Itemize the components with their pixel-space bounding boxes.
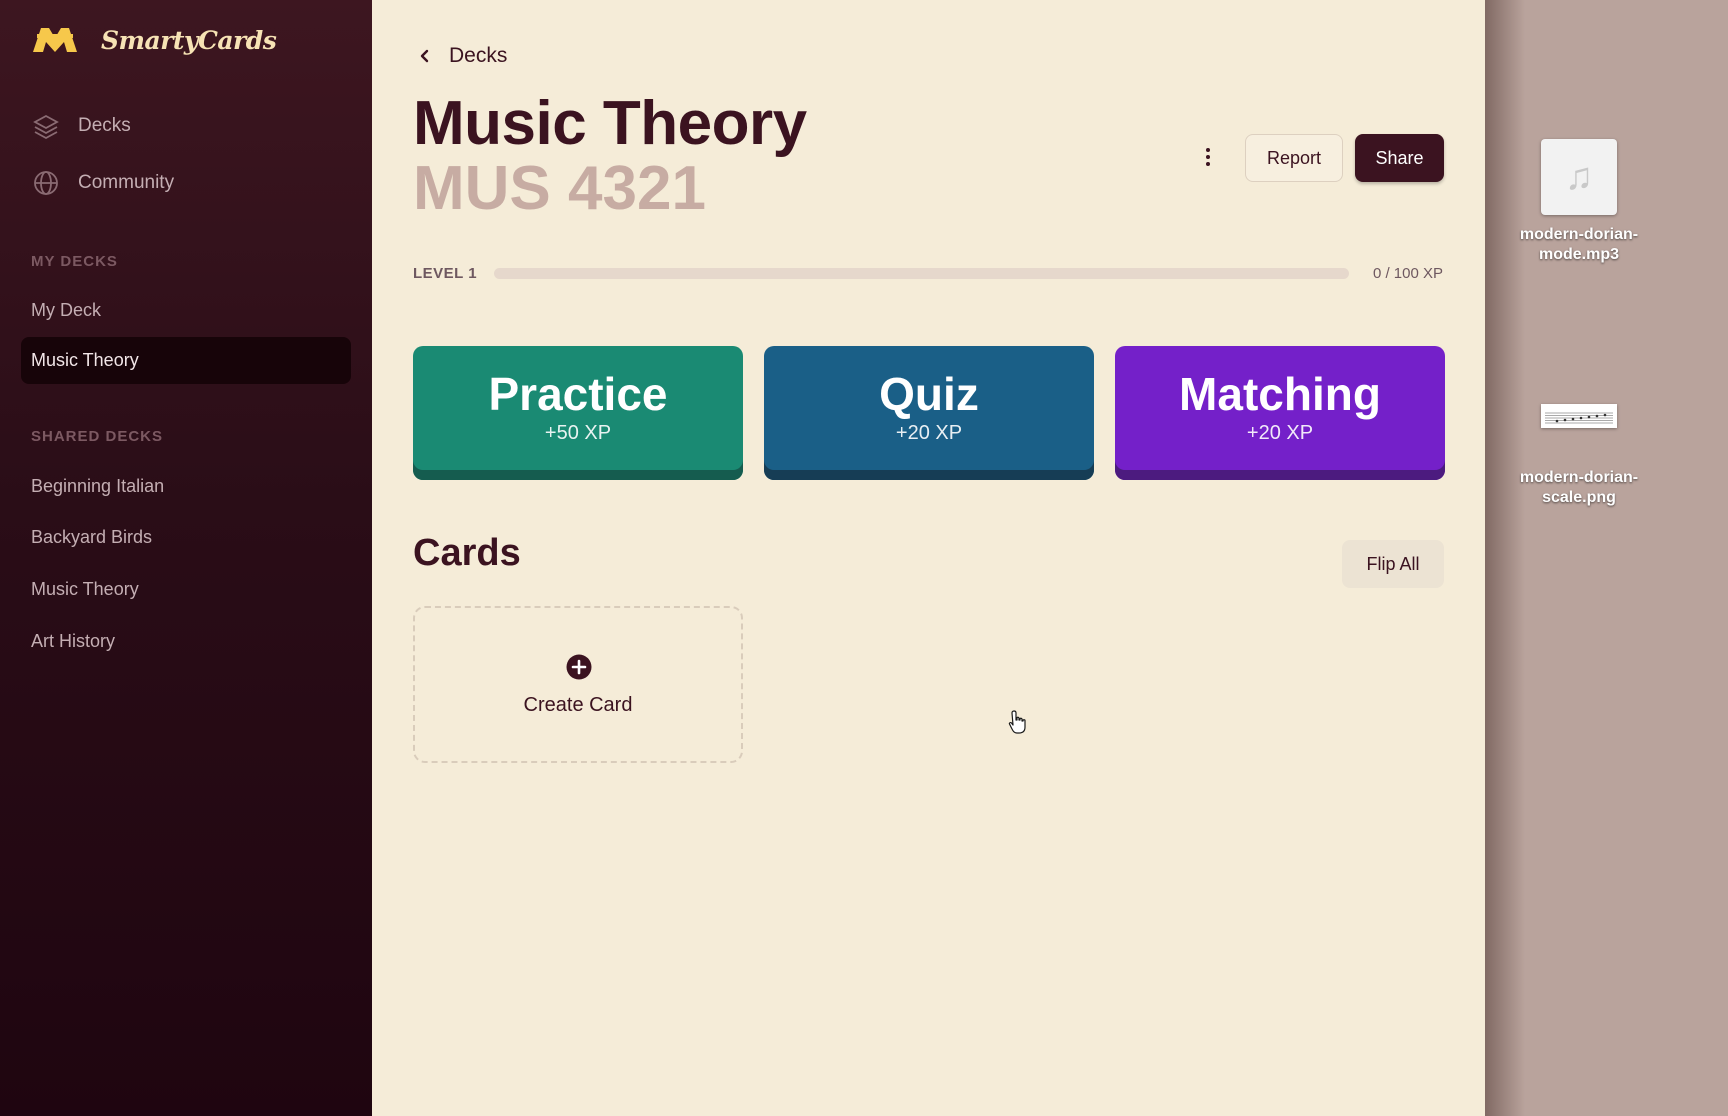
quiz-mode-button[interactable]: Quiz +20 XP [764,346,1094,480]
create-card-button[interactable]: Create Card [413,606,743,763]
hand-cursor-icon [1008,710,1026,734]
flip-all-button[interactable]: Flip All [1342,540,1444,588]
shared-decks-heading: SHARED DECKS [31,428,164,445]
sidebar-item-art-history[interactable]: Art History [31,631,115,652]
my-decks-heading: MY DECKS [31,253,118,270]
cards-heading: Cards [413,532,521,574]
brand[interactable]: SmartyCards [31,24,277,56]
globe-icon [34,171,58,195]
brand-name: SmartyCards [101,25,277,55]
sidebar-item-music-theory-shared[interactable]: Music Theory [31,579,139,600]
main-content: Decks Music Theory MUS 4321 Report Share… [372,0,1485,1116]
back-label: Decks [449,44,508,67]
vertical-dots-icon [1206,148,1210,166]
xp-text: 0 / 100 XP [1372,265,1443,282]
music-note-icon: ♫ [1541,139,1617,215]
back-link[interactable]: Decks [417,44,507,68]
create-card-label: Create Card [523,694,633,716]
file-name-line1: modern-dorian- [1519,469,1639,486]
sidebar-item-my-deck[interactable]: My Deck [31,300,101,321]
course-code: MUS 4321 [413,154,706,223]
chevron-left-icon [420,49,429,63]
share-button[interactable]: Share [1355,134,1444,182]
sidebar-item-music-theory-active[interactable]: Music Theory [21,337,351,384]
mode-title: Practice [488,368,668,420]
image-thumbnail [1541,404,1617,428]
file-name-line2: scale.png [1542,489,1616,506]
mode-title: Quiz [879,368,979,420]
mode-xp: +20 XP [895,422,963,444]
mode-xp: +20 XP [1246,422,1314,444]
report-button[interactable]: Report [1245,134,1343,182]
sidebar: SmartyCards Decks Community MY DECKS My … [0,0,372,1116]
desktop-file-mp3[interactable]: ♫ modern-dorian- mode.mp3 [1504,139,1654,265]
practice-mode-button[interactable]: Practice +50 XP [413,346,743,480]
matching-mode-button[interactable]: Matching +20 XP [1115,346,1445,480]
mode-xp: +50 XP [544,422,612,444]
more-options-button[interactable] [1195,144,1221,170]
sidebar-item-decks[interactable]: Decks [32,112,131,140]
sidebar-item-beginning-italian[interactable]: Beginning Italian [31,476,164,497]
desktop-file-png[interactable]: modern-dorian- scale.png [1504,404,1654,508]
logo-icon [33,28,77,52]
file-name: modern-dorian- scale.png [1504,468,1654,508]
layers-icon [33,114,59,140]
page-title: Music Theory [413,89,807,158]
file-name-line2: mode.mp3 [1538,246,1619,263]
file-name: modern-dorian- mode.mp3 [1504,225,1654,265]
sidebar-item-label: Community [78,172,175,193]
plus-circle-icon [566,654,592,680]
mode-title: Matching [1179,368,1381,420]
sidebar-item-backyard-birds[interactable]: Backyard Birds [31,527,152,548]
sidebar-item-label: Decks [78,115,131,136]
sidebar-item-community[interactable]: Community [32,169,174,197]
file-name-line1: modern-dorian- [1519,226,1639,243]
xp-progress-bar [494,268,1349,279]
level-label: LEVEL 1 [413,265,478,282]
